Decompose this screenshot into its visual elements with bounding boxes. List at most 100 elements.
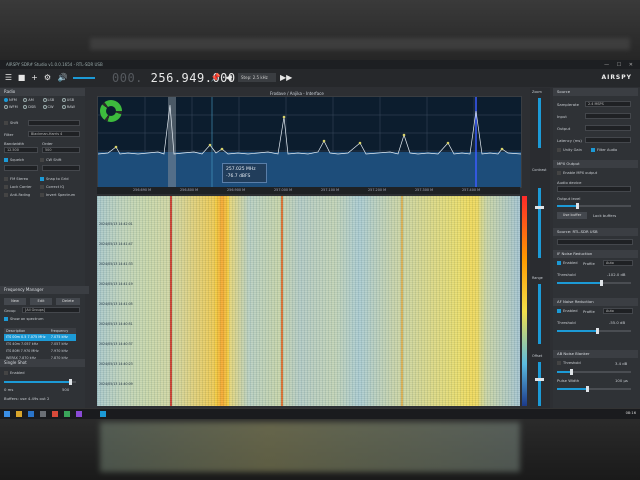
mode-wfm[interactable]: WFM xyxy=(4,105,23,109)
waterfall-display[interactable] xyxy=(97,196,520,406)
settings-icon[interactable]: ⚙ xyxy=(42,72,53,83)
frequency-manager-title[interactable]: Frequency Manager xyxy=(0,286,89,294)
mode-raw[interactable]: RAW xyxy=(61,105,81,109)
af-threshold-slider[interactable] xyxy=(557,328,631,334)
squelch-checkbox[interactable]: Squelch xyxy=(4,158,24,162)
menu-icon[interactable]: ☰ xyxy=(3,72,14,83)
single-shot-slider[interactable] xyxy=(4,379,76,385)
show-on-spectrum-checkbox[interactable]: Show on spectrum xyxy=(4,317,43,321)
spectrum-display[interactable] xyxy=(97,96,522,188)
correct-iq-checkbox[interactable]: Correct IQ xyxy=(40,185,64,189)
af-profile-select[interactable]: Auto xyxy=(603,308,633,314)
invert-spectrum-checkbox[interactable]: Invert Spectrum xyxy=(40,193,75,197)
zoom-slider[interactable] xyxy=(538,98,541,148)
pulse-width-slider[interactable] xyxy=(557,386,631,392)
use-buffer-button[interactable]: Use buffer xyxy=(557,212,587,219)
tune-right-icon[interactable]: ▶▶ xyxy=(280,72,292,83)
unity-gain-checkbox[interactable]: Unity Gain xyxy=(557,148,582,152)
volume-slider[interactable] xyxy=(73,77,95,79)
offset-knob[interactable] xyxy=(535,378,544,381)
if-nr-title[interactable]: IF Noise Reduction xyxy=(553,250,638,258)
app-icon[interactable] xyxy=(52,411,58,417)
blur-strip xyxy=(90,38,630,50)
app-icon[interactable] xyxy=(40,411,46,417)
source-title[interactable]: Source xyxy=(553,88,638,96)
single-shot-enabled-checkbox[interactable]: Enabled xyxy=(4,371,25,375)
step-select[interactable]: Step: 2.5 kHz xyxy=(238,73,276,82)
mode-usb[interactable]: USB xyxy=(61,98,81,102)
contrast-slider[interactable] xyxy=(538,188,541,258)
nb-enabled-checkbox[interactable]: Threshold xyxy=(557,361,581,365)
range-slider[interactable] xyxy=(538,284,541,344)
audio-device-select[interactable] xyxy=(557,186,631,192)
shift-field[interactable] xyxy=(28,120,80,126)
pulse-width-value: 100 µs xyxy=(615,378,628,383)
af-nr-title[interactable]: AF Noise Reduction xyxy=(553,298,638,306)
contrast-knob[interactable] xyxy=(535,206,544,209)
edit-button[interactable]: Edit xyxy=(30,298,52,305)
source-device-title[interactable]: Source: RTL-SDR USB xyxy=(553,228,638,236)
if-enabled-checkbox[interactable]: Enabled xyxy=(557,261,578,265)
app-icon[interactable] xyxy=(64,411,70,417)
spectrum-trace xyxy=(98,104,521,155)
start-icon[interactable] xyxy=(4,411,10,417)
mpx-title[interactable]: MPX Output xyxy=(553,160,638,168)
display-sliders: Zoom Contrast Range Offset xyxy=(530,88,550,408)
snap-grid-checkbox[interactable]: Snap to Grid xyxy=(40,177,68,181)
timestamp: 2024/05/13 14:41:05 xyxy=(99,302,133,306)
latency-field[interactable] xyxy=(585,137,631,143)
anti-fading-checkbox[interactable]: Anti-Fading xyxy=(4,193,30,197)
mode-am[interactable]: AM xyxy=(23,98,42,102)
filter-audio-checkbox[interactable]: Filter Audio xyxy=(591,148,617,152)
profile-select[interactable]: Auto xyxy=(603,260,633,266)
new-button[interactable]: New xyxy=(4,298,26,305)
lock-buffers-label: Lock buffers xyxy=(593,213,617,218)
af-enabled-checkbox[interactable]: Enabled xyxy=(557,309,578,313)
if-threshold-slider[interactable] xyxy=(557,280,631,286)
table-row[interactable]: ITS 00m 0.5 7.075 MHz 7.075 kHz xyxy=(4,334,76,341)
threshold-label: Threshold xyxy=(557,272,576,277)
app-icon[interactable] xyxy=(76,411,82,417)
explorer-icon[interactable] xyxy=(16,411,22,417)
group-select[interactable]: [All Groups] xyxy=(22,307,80,313)
output-level-slider[interactable] xyxy=(557,203,631,209)
table-row[interactable]: ITS 40m 7.057 kHz 7.057 kHz xyxy=(4,341,76,348)
device-select[interactable] xyxy=(557,239,633,245)
table-row[interactable]: ITS 80M 7.970 MHz 7.970 kHz xyxy=(4,348,76,355)
single-shot-min: 0 ms xyxy=(4,387,14,392)
noise-blanker-title[interactable]: AB Noise Blanker xyxy=(553,350,638,358)
sdr-task-icon[interactable] xyxy=(100,411,106,417)
add-icon[interactable]: + xyxy=(29,72,40,83)
buffer-status: Buffers: use 4.49s out 2 xyxy=(4,396,50,401)
samplerate-select[interactable]: 2.4 MSPS xyxy=(585,101,631,107)
squelch-field[interactable] xyxy=(4,165,38,171)
mode-nfm[interactable]: NFM xyxy=(4,98,23,102)
delete-button[interactable]: Delete xyxy=(56,298,80,305)
single-shot-title[interactable]: Single Shot xyxy=(0,359,85,367)
brand-logo: AIRSPY xyxy=(601,74,632,81)
tune-left-icon[interactable]: ◀ xyxy=(223,72,234,83)
app-icon[interactable] xyxy=(28,411,34,417)
output-select[interactable] xyxy=(585,125,631,131)
tick-label: 257.100 M xyxy=(321,188,340,192)
cw-shift-checkbox[interactable]: CW Shift xyxy=(40,158,61,162)
mode-dsb[interactable]: DSB xyxy=(23,105,42,109)
radio-panel-title[interactable]: Radio xyxy=(0,88,85,96)
stop-icon[interactable]: ■ xyxy=(16,72,27,83)
order-field[interactable]: 500 xyxy=(42,147,80,153)
shift-checkbox[interactable]: Shift xyxy=(4,121,18,125)
speaker-icon[interactable]: 🔊 xyxy=(57,72,68,83)
mode-cw[interactable]: CW xyxy=(42,105,62,109)
lock-carrier-checkbox[interactable]: Lock Carrier xyxy=(4,185,32,189)
filter-select[interactable]: Blackman-Harris 4 xyxy=(28,131,80,137)
enable-mpx-checkbox[interactable]: Enable MPX output xyxy=(557,171,597,175)
pin-icon[interactable]: 📌 xyxy=(210,72,221,83)
single-shot-max: 500 xyxy=(62,387,70,392)
cw-shift-field[interactable] xyxy=(42,165,80,171)
offset-slider[interactable] xyxy=(538,362,541,406)
bandwidth-field[interactable]: 12.500 xyxy=(4,147,38,153)
fm-stereo-checkbox[interactable]: FM Stereo xyxy=(4,177,28,181)
nb-threshold-slider[interactable] xyxy=(557,369,631,375)
input-select[interactable] xyxy=(585,113,631,119)
mode-lsb[interactable]: LSB xyxy=(42,98,62,102)
